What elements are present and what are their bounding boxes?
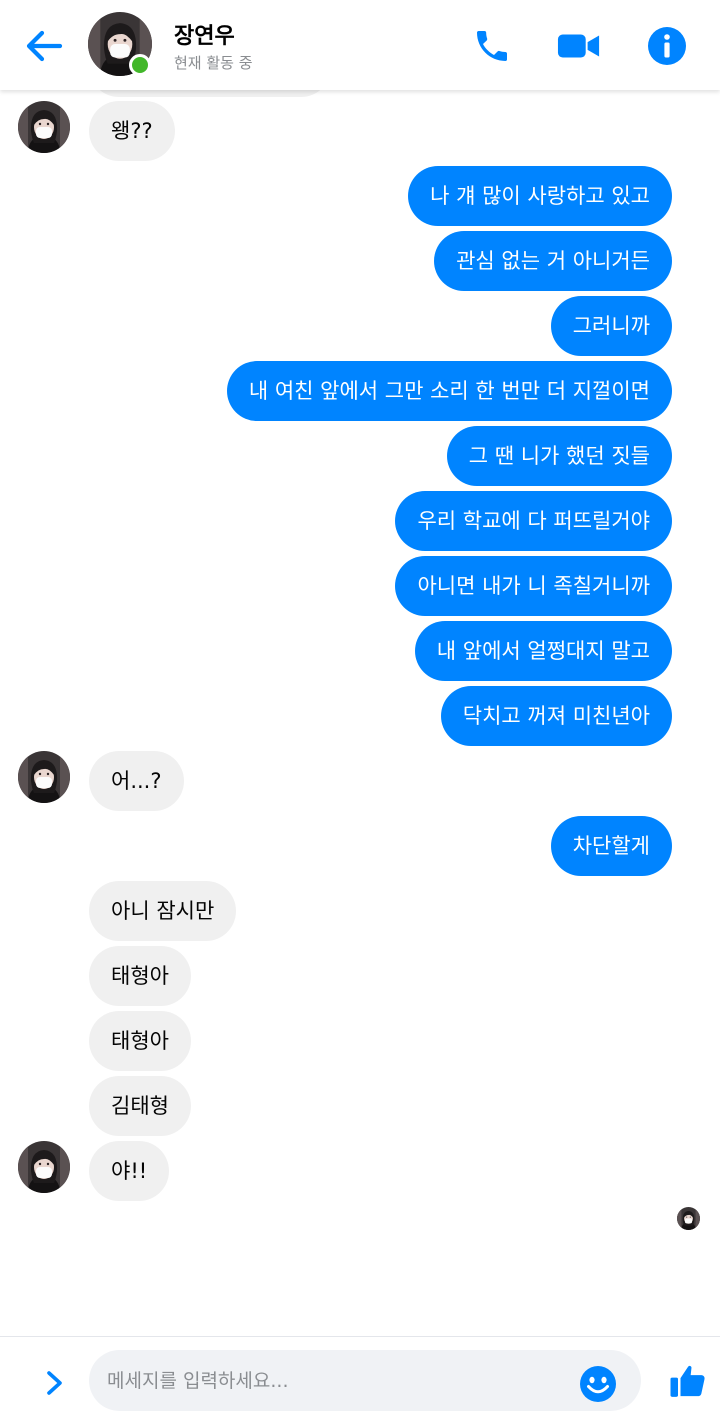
- conversation-header: 장연우 현재 활동 중: [0, 0, 720, 90]
- contact-name[interactable]: 장연우: [174, 18, 235, 50]
- smiley-icon: [580, 1366, 616, 1402]
- outgoing-message-bubble[interactable]: 내 앞에서 얼쩡대지 말고: [414, 621, 672, 681]
- online-status-indicator: [129, 54, 151, 76]
- sender-avatar[interactable]: [18, 101, 70, 153]
- conversation-info-button[interactable]: [645, 24, 689, 68]
- info-icon: [648, 27, 686, 65]
- video-call-button[interactable]: [557, 24, 601, 68]
- incoming-message-bubble[interactable]: 아니 잠시만: [89, 881, 237, 941]
- chevron-right-icon: [47, 1371, 62, 1395]
- activity-status: 현재 활동 중: [174, 54, 253, 72]
- outgoing-message-bubble[interactable]: 나 걔 많이 사랑하고 있고: [408, 166, 672, 226]
- emoji-button[interactable]: [579, 1365, 617, 1403]
- outgoing-message-bubble[interactable]: 내 여친 앞에서 그만 소리 한 번만 더 지껄이면: [226, 361, 672, 421]
- outgoing-message-bubble[interactable]: 닥치고 꺼져 미친년아: [440, 686, 672, 746]
- back-button[interactable]: [22, 24, 66, 68]
- voice-call-button[interactable]: [470, 24, 514, 68]
- outgoing-message-bubble[interactable]: 아니면 내가 니 족칠거니까: [395, 556, 672, 616]
- outgoing-message-bubble[interactable]: 그러니까: [550, 296, 672, 356]
- expand-actions-button[interactable]: [36, 1365, 72, 1401]
- thumbs-up-icon: [670, 1365, 705, 1397]
- outgoing-message-bubble[interactable]: 우리 학교에 다 퍼뜨릴거야: [395, 491, 672, 551]
- incoming-message-bubble[interactable]: 어...?: [89, 751, 184, 811]
- outgoing-message-bubble[interactable]: 차단할게: [550, 816, 672, 876]
- like-button[interactable]: [668, 1361, 710, 1403]
- phone-icon: [477, 31, 507, 61]
- outgoing-message-bubble[interactable]: 관심 없는 거 아니거든: [434, 231, 672, 291]
- message-input[interactable]: [107, 1350, 567, 1411]
- incoming-message-bubble[interactable]: 야!!: [89, 1141, 170, 1201]
- video-camera-icon: [557, 34, 600, 58]
- outgoing-message-bubble[interactable]: 그 땐 니가 했던 짓들: [446, 426, 672, 486]
- message-composer: [0, 1337, 720, 1424]
- back-arrow-icon: [26, 30, 63, 62]
- read-receipt-avatar: [677, 1207, 700, 1230]
- incoming-message-bubble[interactable]: 태형아: [89, 1011, 191, 1071]
- sender-avatar[interactable]: [18, 1141, 70, 1193]
- incoming-message-bubble[interactable]: 태형아: [89, 946, 191, 1006]
- incoming-message-bubble[interactable]: 왱??: [89, 101, 175, 161]
- incoming-message-bubble[interactable]: 김태형: [89, 1076, 191, 1136]
- sender-avatar[interactable]: [18, 751, 70, 803]
- message-input-container: [89, 1350, 641, 1411]
